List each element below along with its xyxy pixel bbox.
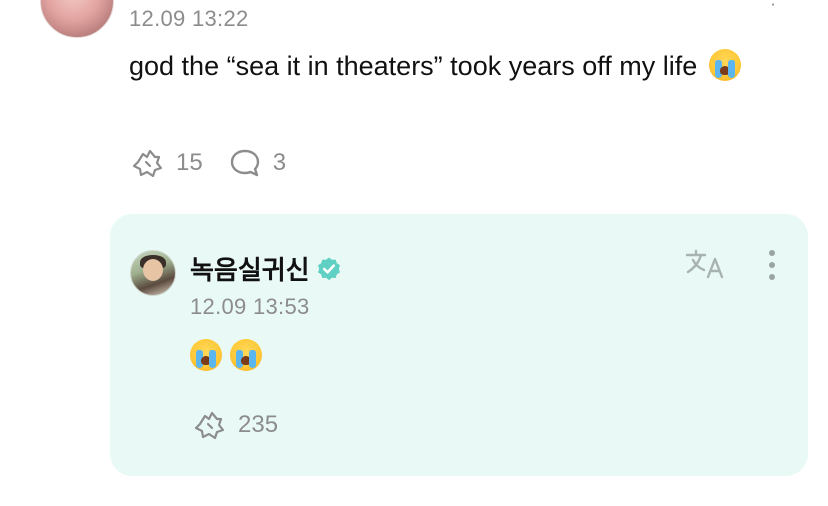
comment-thread: ⋮ 12.09 13:22 god the “sea it in theater… [0, 0, 828, 506]
like-button[interactable]: 15 [130, 148, 203, 178]
comment-actions: 15 3 [130, 148, 312, 178]
reply-like-count: 235 [238, 411, 279, 438]
reply-card: 녹음실귀신 12.09 13:53 235 [110, 214, 808, 476]
reply-author-avatar[interactable] [130, 250, 176, 296]
reply-author-row: 녹음실귀신 [190, 250, 342, 287]
loudly-crying-face-icon [190, 339, 222, 371]
reply-timestamp: 12.09 13:53 [190, 294, 310, 319]
more-vertical-icon[interactable]: ⋮ [764, 0, 782, 7]
verified-badge-icon [317, 257, 340, 280]
reply-author-name[interactable]: 녹음실귀신 [190, 250, 310, 287]
more-vertical-icon[interactable] [762, 248, 782, 282]
loudly-crying-face-icon [230, 339, 262, 371]
loudly-crying-face-icon [708, 49, 741, 81]
reply-actions: 235 [192, 410, 304, 440]
reply-body [190, 336, 270, 376]
like-count: 15 [176, 149, 203, 176]
comment-timestamp: 12.09 13:22 [129, 6, 249, 31]
translate-icon[interactable] [684, 247, 728, 281]
comment-icon [230, 149, 259, 177]
reply-like-button[interactable]: 235 [192, 410, 278, 440]
comment-count: 3 [272, 149, 287, 176]
comment-text: god the “sea it in theaters” took years … [129, 51, 698, 81]
commenter-avatar[interactable] [40, 0, 114, 38]
comment-body: god the “sea it in theaters” took years … [129, 46, 769, 86]
comment-button[interactable]: 3 [229, 148, 286, 178]
like-icon [132, 149, 163, 178]
like-icon [194, 411, 225, 440]
